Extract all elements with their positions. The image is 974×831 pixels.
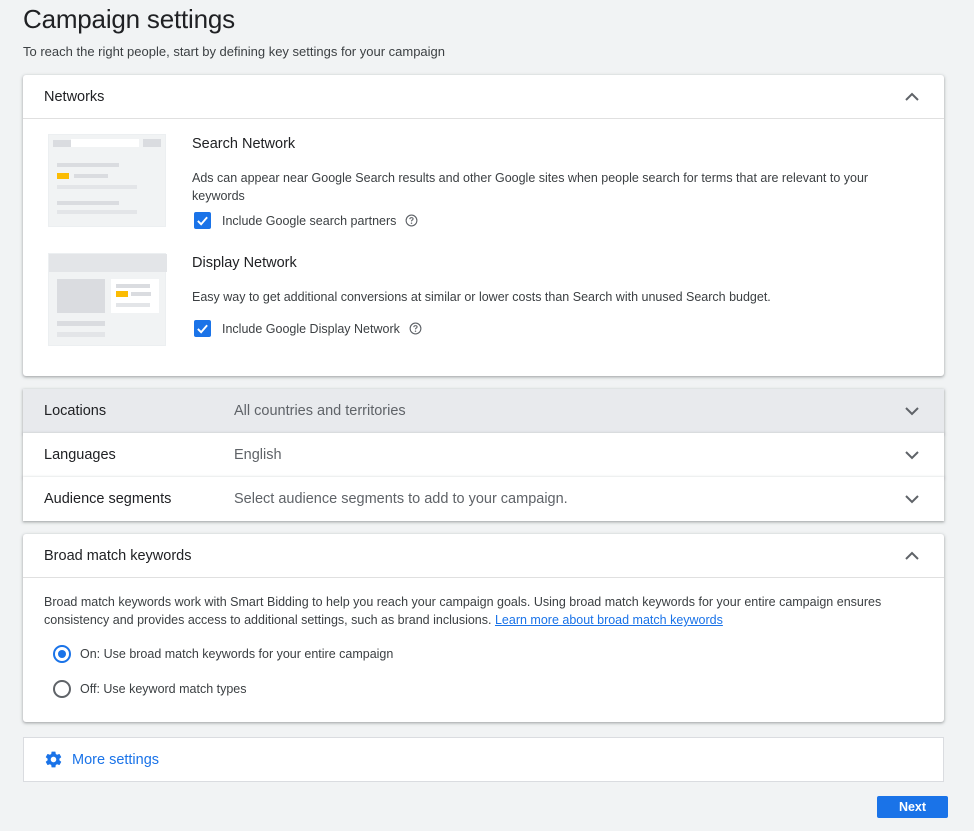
more-settings-button[interactable]: More settings xyxy=(23,737,944,782)
search-network-illustration xyxy=(48,134,166,227)
broad-match-description-text: Broad match keywords work with Smart Bid… xyxy=(44,595,882,627)
display-network-checkbox-row[interactable]: Include Google Display Network xyxy=(194,320,422,337)
page-subtitle: To reach the right people, start by defi… xyxy=(23,44,446,59)
chevron-down-icon[interactable] xyxy=(904,447,920,463)
gear-icon xyxy=(44,750,63,769)
broad-match-panel: Broad match keywords Broad match keyword… xyxy=(23,534,944,722)
broad-match-on-option[interactable]: On: Use broad match keywords for your en… xyxy=(53,645,393,663)
more-settings-label: More settings xyxy=(72,751,160,768)
help-icon[interactable] xyxy=(405,214,418,227)
radio-off[interactable] xyxy=(53,680,71,698)
networks-header[interactable]: Networks xyxy=(23,75,944,119)
broad-match-header[interactable]: Broad match keywords xyxy=(23,534,944,578)
broad-match-description: Broad match keywords work with Smart Bid… xyxy=(44,593,924,629)
next-button[interactable]: Next xyxy=(877,796,948,818)
chevron-down-icon[interactable] xyxy=(904,491,920,507)
audience-segments-row[interactable]: Audience segments Select audience segmen… xyxy=(23,477,944,521)
audience-segments-label: Audience segments xyxy=(44,491,172,507)
search-network-description: Ads can appear near Google Search result… xyxy=(192,171,869,203)
broad-match-off-option[interactable]: Off: Use keyword match types xyxy=(53,680,247,698)
learn-more-link[interactable]: Learn more about broad match keywords xyxy=(495,613,723,627)
languages-label: Languages xyxy=(44,447,116,463)
chevron-up-icon[interactable] xyxy=(904,548,920,564)
broad-match-title: Broad match keywords xyxy=(44,547,192,564)
broad-match-on-label: On: Use broad match keywords for your en… xyxy=(80,647,394,661)
page-title: Campaign settings xyxy=(23,4,235,34)
search-partners-checkbox[interactable] xyxy=(194,212,211,229)
locations-row[interactable]: Locations All countries and territories xyxy=(23,389,944,433)
display-network-illustration xyxy=(48,253,167,346)
search-network-title: Search Network xyxy=(192,136,296,152)
display-network-label: Include Google Display Network xyxy=(222,321,400,336)
search-partners-checkbox-row[interactable]: Include Google search partners xyxy=(194,212,418,229)
display-network-description: Easy way to get additional conversions a… xyxy=(192,290,771,304)
help-icon[interactable] xyxy=(409,322,422,335)
networks-panel: Networks Search Network Ads can appear n… xyxy=(23,75,944,376)
display-network-checkbox[interactable] xyxy=(194,320,211,337)
chevron-down-icon[interactable] xyxy=(904,403,920,419)
locations-value: All countries and territories xyxy=(234,403,406,419)
audience-segments-value: Select audience segments to add to your … xyxy=(234,491,568,507)
display-network-title: Display Network xyxy=(192,255,297,271)
networks-title: Networks xyxy=(44,88,105,105)
broad-match-off-label: Off: Use keyword match types xyxy=(80,682,247,696)
search-partners-label: Include Google search partners xyxy=(222,213,397,228)
languages-row[interactable]: Languages English xyxy=(23,433,944,477)
languages-value: English xyxy=(234,447,282,463)
radio-on[interactable] xyxy=(53,645,71,663)
chevron-up-icon[interactable] xyxy=(904,89,920,105)
locations-label: Locations xyxy=(44,403,107,419)
